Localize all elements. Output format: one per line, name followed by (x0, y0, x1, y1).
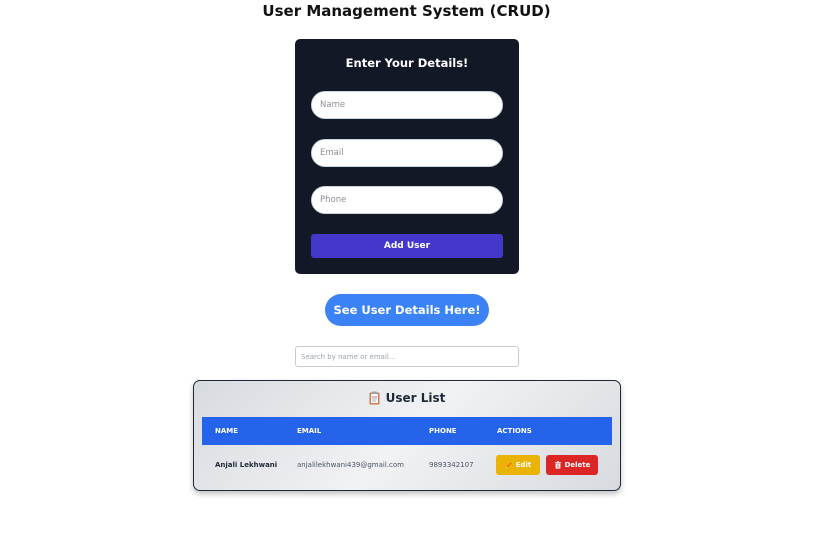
user-list-card: User List NAME EMAIL PHONE ACTIONS Anjal… (193, 380, 621, 491)
search-input[interactable] (295, 346, 519, 367)
user-form: Enter Your Details! Add User (295, 39, 519, 274)
column-header-name: NAME (215, 427, 239, 435)
add-user-button[interactable]: Add User (311, 234, 503, 258)
table-row: Anjali Lekhwani anjalilekhwani439@gmail.… (202, 445, 612, 485)
edit-label: Edit (515, 461, 532, 469)
user-list-title: User List (385, 391, 446, 405)
phone-input[interactable] (311, 186, 503, 214)
table-header: NAME EMAIL PHONE ACTIONS (202, 417, 612, 445)
user-phone-cell: 9893342107 (429, 461, 474, 469)
form-title: Enter Your Details! (345, 56, 469, 70)
user-name-cell: Anjali Lekhwani (215, 461, 278, 469)
trash-icon (554, 461, 562, 469)
user-list-header: User List (194, 391, 620, 405)
delete-label: Delete (564, 461, 591, 469)
name-input[interactable] (311, 91, 503, 119)
edit-button[interactable]: Edit (496, 455, 540, 475)
pencil-icon (505, 461, 513, 469)
clipboard-icon (369, 391, 380, 405)
email-input[interactable] (311, 139, 503, 167)
see-user-details-button[interactable]: See User Details Here! (325, 294, 489, 326)
column-header-phone: PHONE (429, 427, 457, 435)
column-header-actions: ACTIONS (497, 427, 532, 435)
column-header-email: EMAIL (297, 427, 322, 435)
delete-button[interactable]: Delete (546, 455, 598, 475)
user-email-cell: anjalilekhwani439@gmail.com (297, 461, 404, 469)
page-title: User Management System (CRUD) (262, 2, 551, 20)
